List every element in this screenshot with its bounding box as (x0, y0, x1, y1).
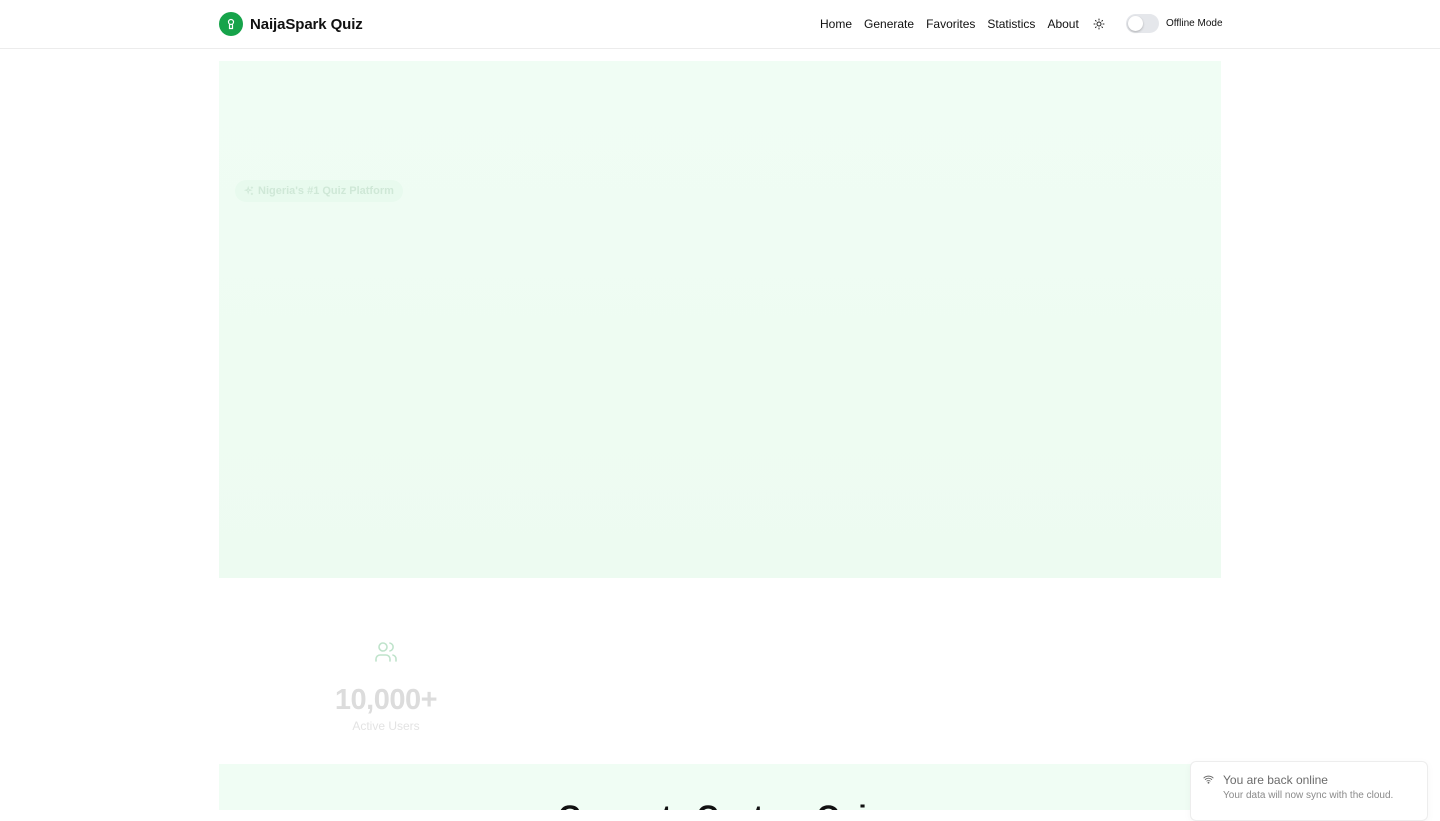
nav-home-link[interactable]: Home (820, 17, 852, 31)
offline-mode-toggle-knob (1128, 16, 1143, 31)
sparkles-icon (244, 186, 254, 196)
stat-active-users: 10,000+ Active Users (330, 640, 442, 733)
hero-badge-text: Nigeria's #1 Quiz Platform (258, 185, 394, 197)
wifi-icon (1203, 775, 1214, 784)
brand-link[interactable]: NaijaSpark Quiz (219, 12, 363, 36)
offline-mode-label: Offline Mode (1166, 18, 1223, 29)
nav-generate-link[interactable]: Generate (864, 17, 914, 31)
online-status-toast: You are back online Your data will now s… (1190, 761, 1428, 821)
theme-toggle-button[interactable] (1091, 16, 1107, 32)
offline-mode-control: Offline Mode (1126, 14, 1223, 33)
hero-badge: Nigeria's #1 Quiz Platform (235, 180, 403, 202)
sun-icon (1093, 18, 1105, 30)
quiz-logo-icon (219, 12, 243, 36)
nav-favorites-link[interactable]: Favorites (926, 17, 975, 31)
toast-description: Your data will now sync with the cloud. (1223, 790, 1394, 801)
generate-quiz-section: Generate Custom Quiz (219, 764, 1221, 810)
main-nav: Home Generate Favorites Statistics About (820, 17, 1079, 31)
nav-about-link[interactable]: About (1047, 17, 1078, 31)
stat-value: 10,000+ (334, 684, 438, 716)
nav-statistics-link[interactable]: Statistics (987, 17, 1035, 31)
hero-section: Nigeria's #1 Quiz Platform (219, 61, 1221, 578)
offline-mode-toggle[interactable] (1126, 14, 1159, 33)
navbar: NaijaSpark Quiz Home Generate Favorites … (0, 0, 1440, 49)
section-title: Generate Custom Quiz (219, 800, 1221, 810)
users-icon (375, 642, 397, 662)
brand-name: NaijaSpark Quiz (250, 15, 363, 33)
toast-title: You are back online (1223, 773, 1328, 787)
stat-label: Active Users (352, 719, 420, 733)
